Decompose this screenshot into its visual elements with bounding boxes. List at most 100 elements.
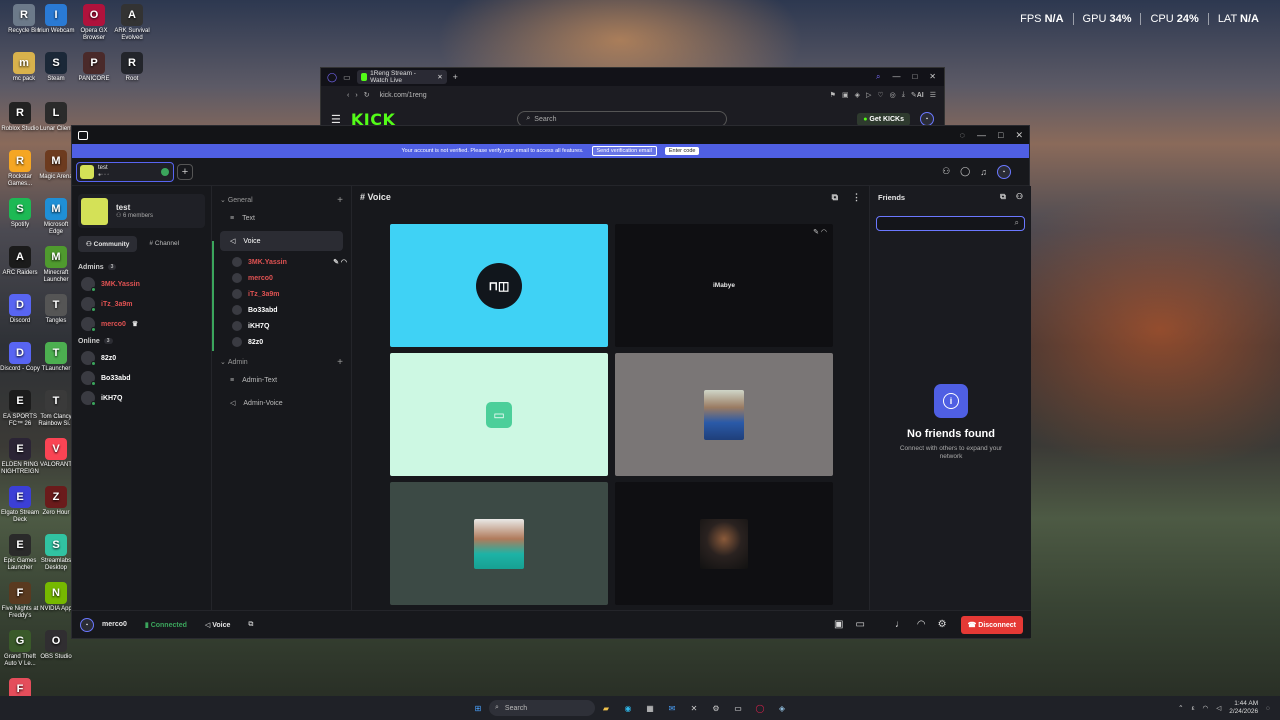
- minimize-icon[interactable]: —: [977, 130, 986, 141]
- bookmark-icon[interactable]: ⚑: [830, 91, 836, 99]
- profile-avatar[interactable]: ▪: [920, 112, 934, 126]
- help-icon[interactable]: ◌: [960, 130, 965, 141]
- back-icon[interactable]: ‹: [347, 92, 349, 99]
- folder-icon[interactable]: ▰: [599, 701, 613, 715]
- desktop-icon-rockstar-games-[interactable]: R Rockstar Games...: [0, 150, 40, 188]
- gear-icon[interactable]: ⚙: [709, 701, 723, 715]
- play-icon[interactable]: ▷: [866, 91, 871, 99]
- voice-user-row[interactable]: 82z0: [212, 334, 351, 350]
- desktop-icon-steam[interactable]: S Steam: [36, 52, 76, 83]
- voice-user-row[interactable]: Bo33abd: [212, 302, 351, 318]
- more-options-icon[interactable]: ⋮: [852, 192, 861, 203]
- desktop-icon-roblox-studio[interactable]: R Roblox Studio: [0, 102, 40, 133]
- desktop-icon-root[interactable]: R Root: [112, 52, 152, 83]
- category-general[interactable]: ⌄ General +: [212, 192, 351, 208]
- popout-icon[interactable]: ⧉: [1000, 192, 1006, 202]
- shield-icon[interactable]: ◈: [855, 91, 860, 99]
- channel-admin-text[interactable]: ≡ Admin-Text: [220, 370, 343, 390]
- member-row[interactable]: iKH7Q: [72, 388, 211, 408]
- bell-icon[interactable]: ♫: [980, 167, 987, 177]
- self-avatar[interactable]: ▪: [80, 617, 94, 632]
- desktop-icon-discord-copy[interactable]: D Discord - Copy: [0, 342, 40, 373]
- desktop-icon-arc-raiders[interactable]: A ARC Raiders: [0, 246, 40, 277]
- tab-community[interactable]: ⚇ Community: [78, 236, 138, 252]
- url-text[interactable]: kick.com/1reng: [380, 92, 427, 99]
- address-bar[interactable]: ‹ › ↻ kick.com/1reng ⚑ ▣ ◈ ▷ ♡ ◎ ⤓ ✎AI ☰: [321, 86, 944, 104]
- browser-search-icon[interactable]: ⌕: [876, 72, 880, 82]
- settings-icon[interactable]: ⚙: [938, 619, 947, 630]
- microphone-icon[interactable]: ♩: [895, 619, 905, 630]
- desktop-icon-tom-clancy-rainbow-si-[interactable]: T Tom Clancy Rainbow Si...: [36, 390, 76, 428]
- new-tab-icon[interactable]: +: [453, 72, 458, 82]
- steam-icon[interactable]: ◈: [775, 701, 789, 715]
- voice-user-row[interactable]: iTz_3a9m: [212, 286, 351, 302]
- wifi-icon[interactable]: ◠: [1203, 704, 1209, 712]
- hamburger-icon[interactable]: ☰: [331, 113, 341, 126]
- channel-voice[interactable]: ◁ Voice: [220, 231, 343, 251]
- desktop-icon-iriun-webcam[interactable]: I Iriun Webcam: [36, 4, 76, 35]
- desktop-icon-streamlabs-desktop[interactable]: S Streamlabs Desktop: [36, 534, 76, 572]
- desktop-icon-obs-studio[interactable]: O OBS Studio: [36, 630, 76, 661]
- member-row[interactable]: iTz_3a9m: [72, 294, 211, 314]
- add-friend-icon[interactable]: ⚇: [1016, 192, 1023, 202]
- member-row[interactable]: 3MK.Yassin: [72, 274, 211, 294]
- voice-tile-4[interactable]: [615, 353, 833, 476]
- friends-search-input[interactable]: ⌕: [876, 216, 1025, 231]
- volume-icon[interactable]: ◁: [1216, 704, 1221, 712]
- chevron-up-icon[interactable]: ⌃: [1178, 704, 1183, 712]
- user-avatar[interactable]: ▪: [997, 164, 1011, 179]
- desktop-icon-microsoft-edge[interactable]: M Microsoft Edge: [36, 198, 76, 236]
- server-card[interactable]: test ⚇ 6 members: [78, 194, 205, 228]
- chat-icon[interactable]: ◎: [890, 91, 896, 99]
- windows-start-icon[interactable]: ⊞: [471, 701, 485, 715]
- popout-icon[interactable]: ⧉: [248, 621, 253, 629]
- desktop-icon-magic-arena[interactable]: M Magic Arena: [36, 150, 76, 181]
- maximize-icon[interactable]: □: [912, 72, 917, 82]
- desktop-icon-panicore[interactable]: P PANICORE: [74, 52, 114, 83]
- add-channel-icon[interactable]: +: [337, 195, 343, 206]
- voice-user-row[interactable]: iKH7Q: [212, 318, 351, 334]
- desktop-icon-nvidia-app[interactable]: N NVIDIA App: [36, 582, 76, 613]
- desktop-icon-elgato-stream-deck[interactable]: E Elgato Stream Deck: [0, 486, 40, 524]
- popout-icon[interactable]: ⧉: [832, 192, 838, 203]
- desktop-icon-five-nights-at-freddy-s[interactable]: F Five Nights at Freddy's: [0, 582, 40, 620]
- friends-icon[interactable]: ⚇: [942, 166, 950, 177]
- voice-tile-1[interactable]: ⊓◫: [390, 224, 608, 347]
- messages-icon[interactable]: ◯: [960, 166, 970, 177]
- edge-icon[interactable]: ◉: [621, 701, 635, 715]
- get-kicks-button[interactable]: ● Get KICKs: [857, 112, 910, 126]
- desktop-icon-lunar-client[interactable]: L Lunar Client: [36, 102, 76, 133]
- desktop-icon-tangles[interactable]: T Tangles: [36, 294, 76, 325]
- voice-user-row[interactable]: 3MK.Yassin ✎ ◠: [212, 254, 351, 270]
- taskbar-search[interactable]: ⌕ Search: [489, 700, 595, 716]
- member-row[interactable]: merco0 ♛: [72, 314, 211, 334]
- desktop-icon-ark-survival-evolved[interactable]: A ARK Survival Evolved: [112, 4, 152, 42]
- desktop-icon-minecraft-launcher[interactable]: M Minecraft Launcher: [36, 246, 76, 284]
- notification-icon[interactable]: ◌: [1266, 705, 1270, 712]
- language-icon[interactable]: ε: [1192, 705, 1195, 712]
- send-verification-button[interactable]: Send verification email: [591, 146, 657, 156]
- desktop-icon-ea-sports-fc-26[interactable]: E EA SPORTS FC™ 26: [0, 390, 40, 428]
- desktop-icon-valorant[interactable]: V VALORANT: [36, 438, 76, 469]
- screen-share-icon[interactable]: ▣: [834, 619, 843, 630]
- category-admin[interactable]: ⌄ Admin +: [212, 354, 351, 370]
- voice-user-row[interactable]: merco0: [212, 270, 351, 286]
- minimize-icon[interactable]: —: [892, 72, 900, 82]
- desktop-icon-discord[interactable]: D Discord: [0, 294, 40, 325]
- add-server-button[interactable]: +: [177, 163, 193, 180]
- xbox-icon[interactable]: ✕: [687, 701, 701, 715]
- reload-icon[interactable]: ↻: [364, 91, 370, 99]
- server-tab-test[interactable]: test ●▫ ▫ ▫: [76, 161, 174, 182]
- voice-tile-imabye[interactable]: iMabye ✎ ◠: [615, 224, 833, 347]
- desktop-icon-epic-games-launcher[interactable]: E Epic Games Launcher: [0, 534, 40, 572]
- chat-app-icon[interactable]: ▭: [731, 701, 745, 715]
- member-row[interactable]: 82z0: [72, 348, 211, 368]
- close-tab-icon[interactable]: ✕: [437, 73, 442, 81]
- opera-icon[interactable]: ◯: [327, 72, 337, 83]
- opera-icon[interactable]: ◯: [753, 701, 767, 715]
- camera-icon[interactable]: ▭: [855, 619, 864, 630]
- enter-code-button[interactable]: Enter code: [664, 147, 700, 155]
- close-window-icon[interactable]: ✕: [929, 72, 936, 82]
- desktop-icon-elden-ring-nightreign[interactable]: E ELDEN RING NIGHTREIGN: [0, 438, 40, 476]
- heart-icon[interactable]: ♡: [877, 91, 883, 99]
